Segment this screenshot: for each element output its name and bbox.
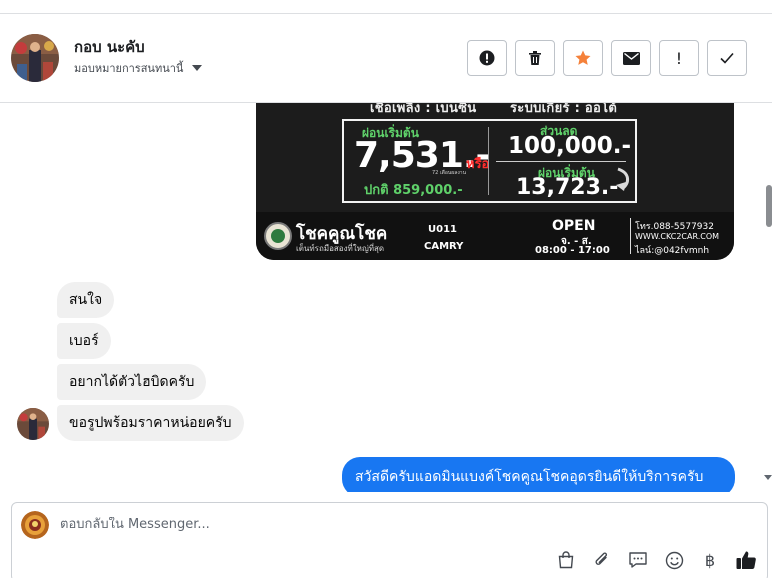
ad-price-box: ผ่อนเริ่มต้น 7,531.- 72 เดือนผลงาน หรือ … — [342, 119, 637, 203]
outgoing-message[interactable]: สวัสดีครับแอดมินแบงค์โชคคูณโชคอุดรยินดีใ… — [342, 457, 735, 492]
shopping-bag-icon[interactable] — [555, 549, 577, 571]
mail-button[interactable] — [611, 40, 651, 76]
contact-name[interactable]: กอบ นะคับ — [74, 35, 145, 59]
car-ad-image[interactable]: เชื้อเพลิง : เบนซิน ระบบเกียร์ : ออโต้ ผ… — [256, 103, 734, 260]
sender-avatar[interactable] — [17, 408, 49, 440]
delete-button[interactable] — [515, 40, 555, 76]
reply-composer: ฿ — [11, 502, 768, 578]
ad-brand-sub: เต็นท์รถมือสองที่ใหญ่ที่สุด — [296, 244, 385, 253]
ad-footer: โชคคูณโชค เต็นท์รถมือสองที่ใหญ่ที่สุด U0… — [256, 212, 734, 260]
ad-line — [496, 161, 626, 162]
reply-input[interactable] — [60, 517, 660, 532]
ad-footer-divider — [630, 218, 631, 254]
ad-discount-amount: 100,000.- — [508, 133, 632, 159]
trash-icon — [529, 51, 541, 65]
header-actions: ! — [467, 40, 747, 76]
ad-normal-price: ปกติ 859,000.- — [364, 183, 463, 198]
paperclip-icon[interactable] — [591, 549, 613, 571]
ad-or-label: หรือ — [466, 157, 490, 172]
star-icon — [575, 50, 591, 65]
incoming-message[interactable]: อยากได้ตัวไฮบิดครับ — [57, 364, 207, 400]
ad-divider — [488, 127, 489, 195]
scroll-down-icon[interactable] — [764, 475, 772, 480]
incoming-message[interactable]: ขอรูปพร้อมราคาหน่อยครับ — [57, 405, 244, 441]
envelope-icon — [622, 51, 640, 65]
baht-icon[interactable]: ฿ — [699, 549, 721, 571]
ad-phone: โทร.088-5577932 — [635, 222, 714, 232]
ad-fuel: เชื้อเพลิง : เบนซิน — [370, 103, 477, 116]
star-button[interactable] — [563, 40, 603, 76]
scrollbar-thumb[interactable] — [766, 185, 772, 227]
page-avatar — [21, 511, 49, 539]
composer-tools: ฿ — [555, 549, 757, 571]
message-thread[interactable]: เชื้อเพลิง : เบนซิน ระบบเกียร์ : ออโต้ ผ… — [0, 103, 772, 492]
incoming-message[interactable]: เบอร์ — [57, 323, 111, 359]
done-button[interactable] — [707, 40, 747, 76]
assign-conversation-label: มอบหมายการสนทนานี้ — [74, 62, 184, 75]
emoji-icon[interactable] — [663, 549, 685, 571]
ad-code: U011 — [428, 224, 457, 235]
alert-circle-icon — [479, 50, 495, 66]
baht-symbol: ฿ — [704, 550, 716, 570]
conversation-header: กอบ นะคับ มอบหมายการสนทนานี้ ! — [0, 14, 772, 103]
mark-label: ! — [675, 48, 683, 68]
ad-line-id: ไลน์:@042fvmnh — [635, 246, 710, 256]
mark-button[interactable]: ! — [659, 40, 699, 76]
ad-open: OPEN — [552, 218, 596, 234]
ad-gear: ระบบเกียร์ : ออโต้ — [510, 103, 618, 116]
thumbs-up-icon[interactable] — [735, 549, 757, 571]
spam-button[interactable] — [467, 40, 507, 76]
ad-model: CAMRY — [424, 241, 464, 252]
brand-logo-icon — [264, 222, 292, 250]
assign-conversation-dropdown[interactable]: มอบหมายการสนทนานี้ — [74, 59, 203, 77]
ad-start-amount-2: 13,723.- — [516, 175, 619, 200]
contact-avatar[interactable] — [11, 34, 59, 82]
ad-small-note: 72 เดือนผลงาน — [432, 170, 466, 176]
ad-web: WWW.CKC2CAR.COM — [635, 232, 720, 241]
incoming-message[interactable]: สนใจ — [57, 282, 115, 318]
curved-arrow-icon — [616, 167, 629, 191]
chevron-down-icon — [192, 65, 203, 71]
check-icon — [720, 52, 734, 64]
ad-hours: 08:00 - 17:00 — [535, 245, 610, 256]
saved-reply-icon[interactable] — [627, 549, 649, 571]
thread-scrollbar[interactable] — [764, 103, 772, 492]
